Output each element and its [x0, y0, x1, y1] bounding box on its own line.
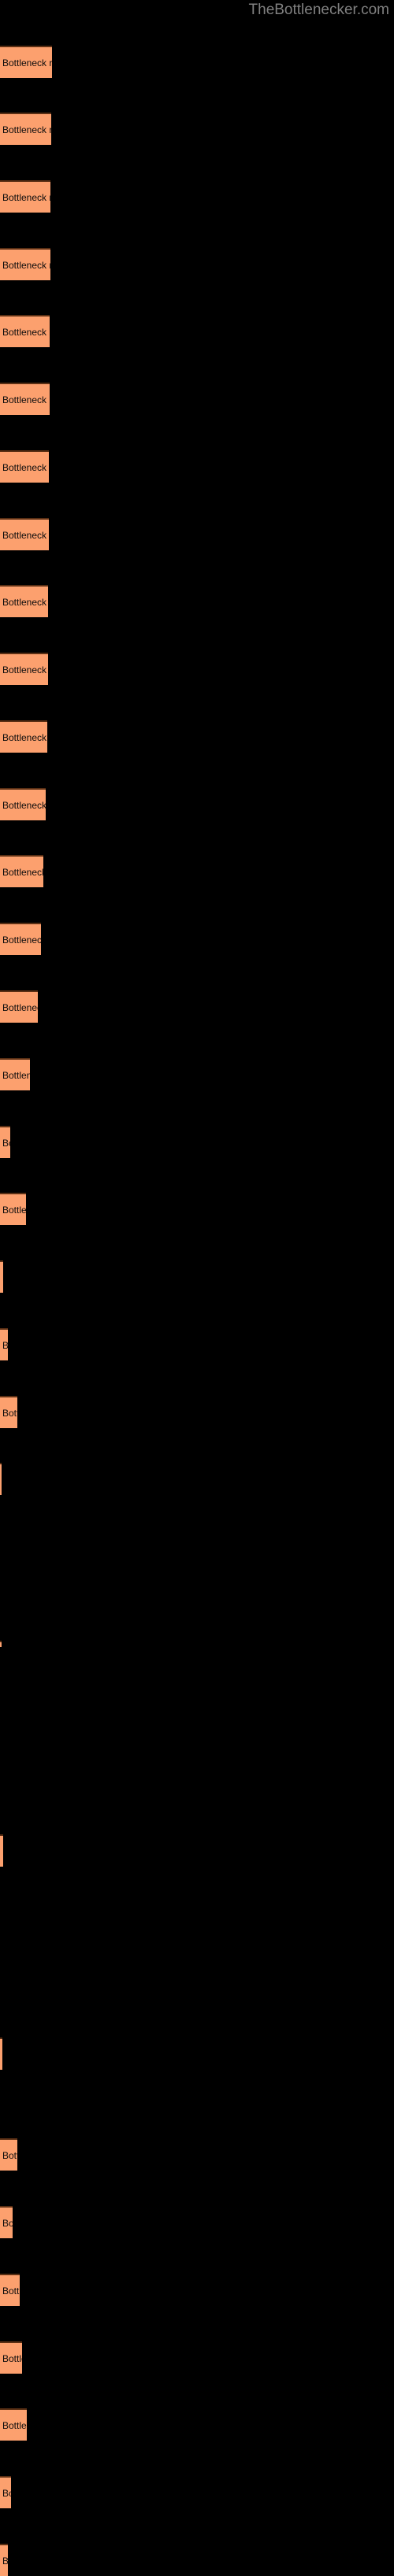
- bar-label: Bottleneck result: [2, 2556, 8, 2567]
- bar-label: Bottleneck result: [2, 2217, 13, 2229]
- bar-9[interactable]: Bottleneck result: [0, 585, 48, 617]
- bar-label: Bottleneck result: [2, 596, 48, 608]
- bar-label: Bottleneck result: [2, 866, 43, 878]
- bar-32[interactable]: Bottleneck result: [0, 2544, 8, 2576]
- bar-5[interactable]: Bottleneck result: [0, 315, 50, 347]
- bar-label: Bottleneck result: [2, 799, 46, 811]
- bar-label: Bottleneck result: [2, 2352, 22, 2364]
- bar-15[interactable]: Bottleneck result: [0, 990, 38, 1023]
- bar-23[interactable]: Bottleneck result: [0, 1641, 2, 1647]
- bar-label: Bottleneck result: [2, 2487, 11, 2499]
- bar-label: Bottleneck result: [2, 664, 48, 675]
- bar-4[interactable]: Bottleneck result: [0, 248, 50, 280]
- bar-14[interactable]: Bottleneck result: [0, 923, 41, 955]
- bar-label: Bottleneck result: [2, 529, 49, 541]
- bar-label: Bottleneck result: [2, 2149, 17, 2161]
- bar-24[interactable]: Bottleneck result: [0, 1834, 3, 1867]
- bar-label: Bottleneck result: [2, 1340, 8, 1351]
- bar-3[interactable]: Bottleneck result: [0, 180, 50, 213]
- bar-label: Bottleneck result: [2, 2285, 20, 2297]
- bar-13[interactable]: Bottleneck result: [0, 855, 43, 887]
- bar-label: Bottleneck result: [2, 1407, 17, 1419]
- bar-7[interactable]: Bottleneck result: [0, 450, 49, 483]
- bar-10[interactable]: Bottleneck result: [0, 653, 48, 685]
- bar-21[interactable]: Bottleneck result: [0, 1396, 17, 1428]
- bar-label: Bottleneck result: [2, 1069, 30, 1081]
- bar-label: Bottleneck result: [2, 326, 50, 338]
- bar-12[interactable]: Bottleneck result: [0, 788, 46, 820]
- bar-20[interactable]: Bottleneck result: [0, 1328, 8, 1360]
- bar-label: Bottleneck result: [2, 1272, 3, 1283]
- bar-31[interactable]: Bottleneck result: [0, 2476, 11, 2508]
- bar-17[interactable]: Bottleneck result: [0, 1126, 10, 1158]
- bar-25[interactable]: Bottleneck result: [0, 2037, 2, 2070]
- bar-2[interactable]: Bottleneck result: [0, 113, 51, 145]
- bar-1[interactable]: Bottleneck result: [0, 46, 52, 78]
- bar-label: Bottleneck result: [2, 191, 50, 203]
- bar-chart: Bottleneck result Bottleneck result Bottle…: [0, 0, 394, 2576]
- chart-page: TheBottlenecker.com Bottleneck resultBot…: [0, 0, 394, 2576]
- bar-label: Bottleneck result: [2, 934, 41, 946]
- bar-30[interactable]: Bottleneck result: [0, 2408, 27, 2441]
- bar-19[interactable]: Bottleneck result: [0, 1260, 3, 1293]
- bar-label: Bottleneck result: [2, 2419, 27, 2431]
- bar-11[interactable]: Bottleneck result: [0, 720, 47, 753]
- bar-8[interactable]: Bottleneck result: [0, 518, 49, 550]
- bar-label: Bottleneck result: [2, 57, 52, 68]
- bar-18[interactable]: Bottleneck result: [0, 1193, 26, 1225]
- bar-28[interactable]: Bottleneck result: [0, 2274, 20, 2306]
- bar-label: Bottleneck result: [2, 1204, 26, 1216]
- bar-29[interactable]: Bottleneck result: [0, 2341, 22, 2374]
- bar-6[interactable]: Bottleneck result: [0, 383, 50, 415]
- bar-label: Bottleneck result: [2, 1137, 10, 1149]
- bar-label: Bottleneck result: [2, 1001, 38, 1013]
- bar-22[interactable]: Bottleneck result: [0, 1463, 2, 1495]
- bar-16[interactable]: Bottleneck result: [0, 1058, 30, 1090]
- bar-label: Bottleneck result: [2, 259, 50, 271]
- bar-26[interactable]: Bottleneck result: [0, 2138, 17, 2171]
- bar-label: Bottleneck result: [2, 124, 51, 135]
- bar-label: Bottleneck result: [2, 731, 47, 743]
- bar-label: Bottleneck result: [2, 394, 50, 405]
- bar-27[interactable]: Bottleneck result: [0, 2206, 13, 2238]
- bar-label: Bottleneck result: [2, 1846, 3, 1857]
- bar-label: Bottleneck result: [2, 461, 49, 473]
